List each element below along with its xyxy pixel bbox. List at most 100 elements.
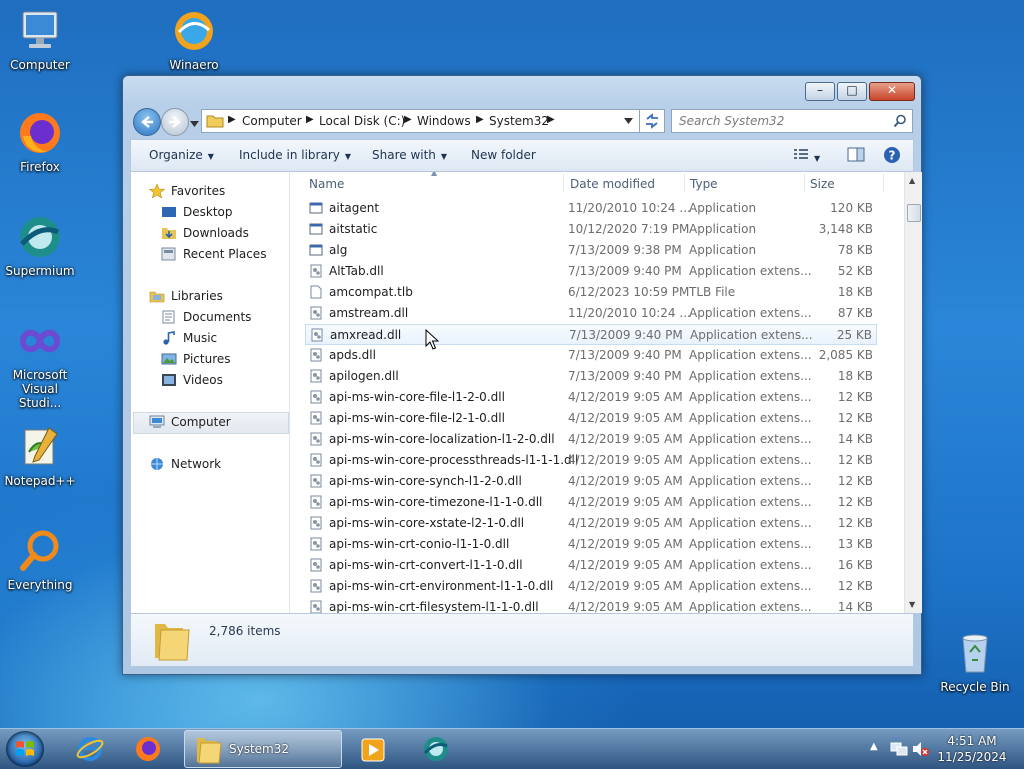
nav-computer[interactable]: Computer [149,415,231,429]
search-icon[interactable] [893,114,907,128]
new-folder-button[interactable]: New folder [471,148,536,162]
refresh-button[interactable] [639,109,665,133]
nav-documents[interactable]: Documents [161,310,251,324]
file-row[interactable]: api-ms-win-core-localization-l1-2-0.dll 4… [305,429,877,450]
arrow-left-icon [141,116,153,128]
preview-pane-button[interactable] [847,147,865,165]
file-date-modified: 4/12/2019 9:05 AM [568,390,683,404]
file-row[interactable]: aitstatic 10/12/2020 7:19 PM Application 3,… [305,219,877,240]
column-header-date[interactable]: Date modified [570,177,655,191]
desktop-icon-computer[interactable]: Computer [0,8,80,72]
desktop-icon-recycle-bin[interactable]: Recycle Bin [935,630,1015,694]
minimize-button[interactable]: – [805,82,835,101]
dll-file-icon [310,495,322,509]
nav-network-label: Network [171,457,222,471]
file-row[interactable]: aitagent 11/20/2010 10:24 ... Application 1… [305,198,877,219]
desktop-icon-winaero[interactable]: Winaero [154,8,234,72]
file-row[interactable]: api-ms-win-core-processthreads-l1-1-1.dl… [305,450,877,471]
organize-button[interactable]: Organize ▼ [149,148,214,162]
file-row[interactable]: api-ms-win-core-synch-l1-2-0.dll 4/12/201… [305,471,877,492]
taskbar-explorer-system32[interactable]: System32 [184,730,342,768]
file-name: amcompat.tlb [329,285,413,299]
breadcrumb-system32[interactable]: System32 [489,114,549,128]
file-row[interactable]: alg 7/13/2009 9:38 PM Application 78 KB [305,240,877,261]
network-status-icon[interactable] [890,741,908,757]
close-button[interactable]: ✕ [869,82,915,101]
address-history-chevron-icon[interactable] [624,118,633,124]
desktop-icon-visual-studio[interactable]: Microsoft Visual Studi... [0,318,80,410]
file-row[interactable]: amstream.dll 11/20/2010 10:24 ... Applicat… [305,303,877,324]
vertical-scrollbar[interactable]: ▲ ▼ [904,172,922,613]
nav-desktop[interactable]: Desktop [161,205,233,219]
nav-network[interactable]: Network [149,457,221,471]
column-divider[interactable] [883,174,884,192]
file-row[interactable]: api-ms-win-crt-conio-l1-1-0.dll 4/12/2019… [305,534,877,555]
file-row[interactable]: api-ms-win-core-file-l2-1-0.dll 4/12/2019… [305,408,877,429]
column-divider[interactable] [563,174,564,192]
file-row[interactable]: api-ms-win-core-timezone-l1-1-0.dll 4/12/… [305,492,877,513]
show-hidden-icons-button[interactable]: ▲ [870,741,878,752]
nav-recent-places[interactable]: Recent Places [161,247,266,261]
breadcrumb-separator-icon[interactable]: ▶ [228,114,236,125]
help-button[interactable]: ? [883,146,901,167]
column-header-name[interactable]: Name [309,177,344,191]
search-box[interactable]: Search System32 [671,109,913,133]
nav-downloads[interactable]: Downloads [161,226,249,240]
taskbar-firefox[interactable] [128,731,168,767]
dll-file-icon [310,600,322,613]
file-row[interactable]: api-ms-win-core-xstate-l2-1-0.dll 4/12/20… [305,513,877,534]
view-options-button[interactable]: ▼ [793,147,820,164]
system-clock[interactable]: 4:51 AM 11/25/2024 [930,733,1014,765]
dll-file-icon [310,411,322,425]
volume-muted-icon[interactable] [912,741,930,757]
desktop-icon-everything[interactable]: Everything [0,528,80,592]
file-row[interactable]: api-ms-win-crt-environment-l1-1-0.dll 4/1… [305,576,877,597]
breadcrumb-separator-icon[interactable]: ▶ [476,114,484,125]
taskbar-media-player[interactable] [354,731,394,767]
column-header-type[interactable]: Type [690,177,718,191]
column-divider[interactable] [804,174,805,192]
nav-libraries[interactable]: Libraries [149,289,223,303]
desktop-icon-notepadpp[interactable]: Notepad++ [0,424,80,488]
file-row[interactable]: amcompat.tlb 6/12/2023 10:59 PM TLB File 18… [305,282,877,303]
breadcrumb-separator-icon[interactable]: ▶ [547,114,555,125]
scroll-thumb[interactable] [907,204,921,222]
scroll-up-arrow-icon[interactable]: ▲ [909,176,915,185]
taskbar-supermium[interactable] [416,731,456,767]
breadcrumb-windows[interactable]: Windows [417,114,471,128]
nav-pictures[interactable]: Pictures [161,352,231,366]
desktop-icon-firefox[interactable]: Firefox [0,110,80,174]
file-row[interactable]: api-ms-win-core-file-l1-2-0.dll 4/12/2019… [305,387,877,408]
file-row[interactable]: apilogen.dll 7/13/2009 9:40 PM Application… [305,366,877,387]
start-button[interactable] [6,731,44,767]
scroll-down-arrow-icon[interactable]: ▼ [909,600,915,609]
column-header-size[interactable]: Size [810,177,835,191]
file-row[interactable]: AltTab.dll 7/13/2009 9:40 PM Application e… [305,261,877,282]
breadcrumb-local-disk[interactable]: Local Disk (C:) [319,114,405,128]
nav-music[interactable]: Music [161,331,217,345]
breadcrumb-separator-icon[interactable]: ▶ [306,114,314,125]
file-date-modified: 7/13/2009 9:40 PM [569,328,683,342]
file-row[interactable]: api-ms-win-crt-convert-l1-1-0.dll 4/12/20… [305,555,877,576]
desktop-icon-supermium[interactable]: Supermium [0,214,80,278]
forward-button[interactable] [161,108,189,136]
column-divider[interactable] [684,174,685,192]
maximize-button[interactable]: □ [837,82,867,101]
breadcrumb-computer[interactable]: Computer [242,114,302,128]
share-with-button[interactable]: Share with ▼ [372,148,447,162]
file-row[interactable]: apds.dll 7/13/2009 9:40 PM Application ext… [305,345,877,366]
nav-favorites[interactable]: Favorites [149,184,225,198]
file-row[interactable]: api-ms-win-crt-filesystem-l1-1-0.dll 4/12… [305,597,877,613]
nav-videos[interactable]: Videos [161,373,223,387]
recent-pages-dropdown[interactable] [190,116,199,130]
address-bar[interactable]: ▶ Computer ▶ Local Disk (C:) ▶ Windows ▶… [201,109,640,133]
include-in-library-button[interactable]: Include in library ▼ [239,148,351,162]
back-button[interactable] [133,108,161,136]
taskbar-internet-explorer[interactable] [70,731,110,767]
breadcrumb-separator-icon[interactable]: ▶ [404,114,412,125]
details-pane: 2,786 items [130,613,914,667]
file-name: apilogen.dll [329,369,399,383]
include-in-library-label: Include in library [239,148,340,162]
file-row[interactable]: amxread.dll 7/13/2009 9:40 PM Application … [305,324,877,345]
nav-recent-places-label: Recent Places [183,247,267,261]
